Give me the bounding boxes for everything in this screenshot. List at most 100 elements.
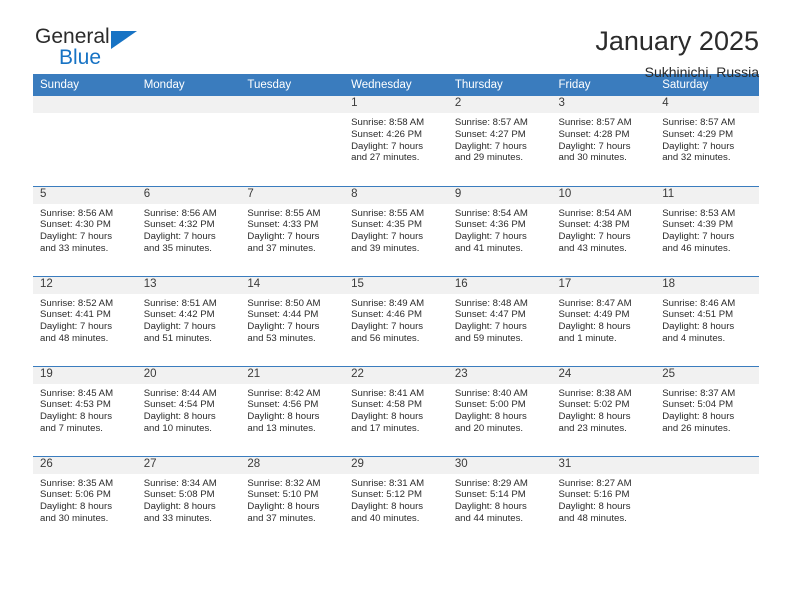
day-number: 29	[344, 456, 448, 474]
daylight-text-line2: and 41 minutes.	[454, 242, 524, 254]
day-cell-content	[655, 456, 759, 547]
day-cell-content: 9 Sunrise: 8:54 AM Sunset: 4:36 PM Daylight…	[447, 186, 552, 276]
calendar-day-cell[interactable]: 25 Sunrise: 8:37 AM Sunset: 5:04 PM Dayligh…	[655, 365, 759, 456]
daylight-text-line2: and 17 minutes.	[351, 422, 420, 434]
calendar-day-cell[interactable]: 30 Sunrise: 8:29 AM Sunset: 5:14 PM Dayligh…	[447, 455, 552, 546]
calendar-day-cell[interactable]: 8 Sunrise: 8:55 AM Sunset: 4:35 PM Daylight…	[344, 185, 448, 276]
calendar-day-cell[interactable]: 1 Sunrise: 8:58 AM Sunset: 4:26 PM Daylight…	[344, 96, 448, 186]
day-sun-info: Sunrise: 8:57 AM Sunset: 4:27 PM Daylight:…	[448, 113, 552, 164]
calendar-day-cell[interactable]: 22 Sunrise: 8:41 AM Sunset: 4:58 PM Dayligh…	[344, 365, 448, 456]
weekday-header-sunday: Sunday	[33, 74, 137, 96]
calendar-day-cell[interactable]: 29 Sunrise: 8:31 AM Sunset: 5:12 PM Dayligh…	[344, 455, 448, 546]
calendar-day-cell[interactable]: 11 Sunrise: 8:53 AM Sunset: 4:39 PM Dayligh…	[655, 185, 759, 276]
day-cell-content: 24 Sunrise: 8:38 AM Sunset: 5:02 PM Dayligh…	[551, 366, 656, 456]
daylight-text-line1: Daylight: 7 hours	[454, 321, 527, 333]
sunrise-text: Sunrise: 8:55 AM	[247, 207, 321, 219]
calendar-day-cell[interactable]: 21 Sunrise: 8:42 AM Sunset: 4:56 PM Dayligh…	[240, 365, 345, 456]
calendar-day-cell[interactable]: 19 Sunrise: 8:45 AM Sunset: 4:53 PM Dayligh…	[33, 365, 137, 456]
calendar-day-cell[interactable]: 23 Sunrise: 8:40 AM Sunset: 5:00 PM Dayligh…	[447, 365, 552, 456]
sunrise-text: Sunrise: 8:52 AM	[40, 297, 114, 309]
daylight-text-line2: and 4 minutes.	[662, 332, 726, 344]
calendar-day-cell[interactable]: 24 Sunrise: 8:38 AM Sunset: 5:02 PM Dayligh…	[551, 365, 656, 456]
calendar-day-cell[interactable]: 15 Sunrise: 8:49 AM Sunset: 4:46 PM Dayligh…	[344, 275, 448, 366]
calendar-day-cell[interactable]: 16 Sunrise: 8:48 AM Sunset: 4:47 PM Dayligh…	[447, 275, 552, 366]
day-cell-content: 2 Sunrise: 8:57 AM Sunset: 4:27 PM Daylight…	[447, 96, 552, 186]
daylight-text-line2: and 13 minutes.	[247, 422, 316, 434]
calendar-day-cell[interactable]: 12 Sunrise: 8:52 AM Sunset: 4:41 PM Dayligh…	[33, 275, 137, 366]
day-number: 17	[551, 276, 656, 294]
calendar-day-cell[interactable]: 17 Sunrise: 8:47 AM Sunset: 4:49 PM Dayligh…	[551, 275, 656, 366]
page-header: General Blue January 2025 Sukhinichi, Ru…	[33, 0, 759, 80]
calendar-day-cell[interactable]: 6 Sunrise: 8:56 AM Sunset: 4:32 PM Daylight…	[136, 185, 241, 276]
sunrise-text: Sunrise: 8:47 AM	[558, 297, 632, 309]
calendar-day-cell[interactable]: 20 Sunrise: 8:44 AM Sunset: 4:54 PM Dayligh…	[136, 365, 241, 456]
day-sun-info: Sunrise: 8:34 AM Sunset: 5:08 PM Daylight:…	[137, 474, 241, 525]
calendar-day-cell[interactable]: 2 Sunrise: 8:57 AM Sunset: 4:27 PM Daylight…	[447, 96, 552, 186]
day-sun-info: Sunrise: 8:54 AM Sunset: 4:38 PM Daylight:…	[552, 204, 656, 255]
sunrise-text: Sunrise: 8:40 AM	[454, 387, 528, 399]
daylight-text-line1: Daylight: 8 hours	[558, 411, 631, 423]
sunset-text: Sunset: 4:29 PM	[662, 128, 734, 140]
day-cell-content: 16 Sunrise: 8:48 AM Sunset: 4:47 PM Dayligh…	[447, 276, 552, 366]
daylight-text-line1: Daylight: 8 hours	[143, 411, 216, 423]
day-sun-info: Sunrise: 8:41 AM Sunset: 4:58 PM Daylight:…	[344, 384, 448, 435]
logo-text-general: General	[35, 25, 110, 48]
calendar-day-cell[interactable]: 9 Sunrise: 8:54 AM Sunset: 4:36 PM Daylight…	[447, 185, 552, 276]
calendar-day-cell[interactable]: 4 Sunrise: 8:57 AM Sunset: 4:29 PM Daylight…	[655, 96, 759, 186]
day-cell-content: 7 Sunrise: 8:55 AM Sunset: 4:33 PM Daylight…	[240, 186, 345, 276]
general-blue-logo[interactable]: General Blue	[33, 26, 153, 74]
sunset-text: Sunset: 5:12 PM	[351, 489, 423, 501]
day-number: 9	[447, 186, 552, 204]
calendar-day-cell[interactable]: 13 Sunrise: 8:51 AM Sunset: 4:42 PM Dayligh…	[136, 275, 241, 366]
calendar-day-cell[interactable]: 7 Sunrise: 8:55 AM Sunset: 4:33 PM Daylight…	[240, 185, 345, 276]
calendar-day-cell[interactable]: 14 Sunrise: 8:50 AM Sunset: 4:44 PM Dayligh…	[240, 275, 345, 366]
day-number: 21	[240, 366, 345, 384]
daylight-text-line1: Daylight: 8 hours	[454, 411, 527, 423]
calendar-day-cell[interactable]: 10 Sunrise: 8:54 AM Sunset: 4:38 PM Dayligh…	[551, 185, 656, 276]
daylight-text-line1: Daylight: 7 hours	[662, 140, 735, 152]
daylight-text-line1: Daylight: 7 hours	[247, 321, 320, 333]
day-cell-content: 20 Sunrise: 8:44 AM Sunset: 4:54 PM Dayligh…	[136, 366, 241, 456]
daylight-text-line1: Daylight: 7 hours	[40, 321, 112, 333]
weekday-header-tuesday: Tuesday	[240, 74, 345, 96]
day-sun-info: Sunrise: 8:44 AM Sunset: 4:54 PM Daylight:…	[137, 384, 241, 435]
calendar-day-cell[interactable]: 28 Sunrise: 8:32 AM Sunset: 5:10 PM Dayligh…	[240, 455, 345, 546]
day-cell-content: 23 Sunrise: 8:40 AM Sunset: 5:00 PM Dayligh…	[447, 366, 552, 456]
day-cell-content: 31 Sunrise: 8:27 AM Sunset: 5:16 PM Dayligh…	[551, 456, 656, 547]
day-number	[240, 96, 345, 113]
day-cell-content: 8 Sunrise: 8:55 AM Sunset: 4:35 PM Daylight…	[344, 186, 448, 276]
daylight-text-line1: Daylight: 7 hours	[40, 231, 112, 243]
calendar-day-cell[interactable]	[136, 96, 241, 186]
calendar-day-cell[interactable]	[240, 96, 345, 186]
sunrise-text: Sunrise: 8:57 AM	[454, 117, 528, 128]
sunrise-text: Sunrise: 8:49 AM	[351, 297, 425, 309]
day-number: 16	[447, 276, 552, 294]
calendar-day-cell[interactable]	[655, 455, 759, 547]
daylight-text-line1: Daylight: 8 hours	[351, 411, 424, 423]
day-number: 15	[344, 276, 448, 294]
day-cell-content: 6 Sunrise: 8:56 AM Sunset: 4:32 PM Daylight…	[136, 186, 241, 276]
weekday-header-thursday: Thursday	[447, 74, 552, 96]
daylight-text-line2: and 29 minutes.	[454, 152, 524, 164]
calendar-day-cell[interactable]: 3 Sunrise: 8:57 AM Sunset: 4:28 PM Daylight…	[551, 96, 656, 186]
sunset-text: Sunset: 4:47 PM	[454, 309, 526, 321]
sunrise-text: Sunrise: 8:58 AM	[351, 117, 425, 128]
sunrise-text: Sunrise: 8:29 AM	[454, 477, 528, 489]
daylight-text-line2: and 53 minutes.	[247, 332, 316, 344]
day-cell-content	[136, 96, 241, 186]
sunset-text: Sunset: 4:26 PM	[351, 128, 423, 140]
calendar-day-cell[interactable]: 5 Sunrise: 8:56 AM Sunset: 4:30 PM Daylight…	[33, 185, 137, 276]
sunrise-text: Sunrise: 8:32 AM	[247, 477, 321, 489]
calendar-day-cell[interactable]: 27 Sunrise: 8:34 AM Sunset: 5:08 PM Dayligh…	[136, 455, 241, 546]
calendar-day-cell[interactable]: 31 Sunrise: 8:27 AM Sunset: 5:16 PM Dayligh…	[551, 455, 656, 547]
day-cell-content: 26 Sunrise: 8:35 AM Sunset: 5:06 PM Dayligh…	[33, 456, 137, 547]
day-number: 1	[344, 96, 448, 113]
calendar-day-cell[interactable]	[33, 96, 137, 186]
day-sun-info: Sunrise: 8:38 AM Sunset: 5:02 PM Daylight:…	[552, 384, 656, 435]
daylight-text-line2: and 7 minutes.	[40, 422, 103, 434]
sunset-text: Sunset: 4:27 PM	[454, 128, 526, 140]
daylight-text-line2: and 56 minutes.	[351, 332, 420, 344]
calendar-day-cell[interactable]: 26 Sunrise: 8:35 AM Sunset: 5:06 PM Dayligh…	[33, 455, 137, 547]
calendar-day-cell[interactable]: 18 Sunrise: 8:46 AM Sunset: 4:51 PM Dayligh…	[655, 275, 759, 366]
sunrise-text: Sunrise: 8:31 AM	[351, 477, 425, 489]
